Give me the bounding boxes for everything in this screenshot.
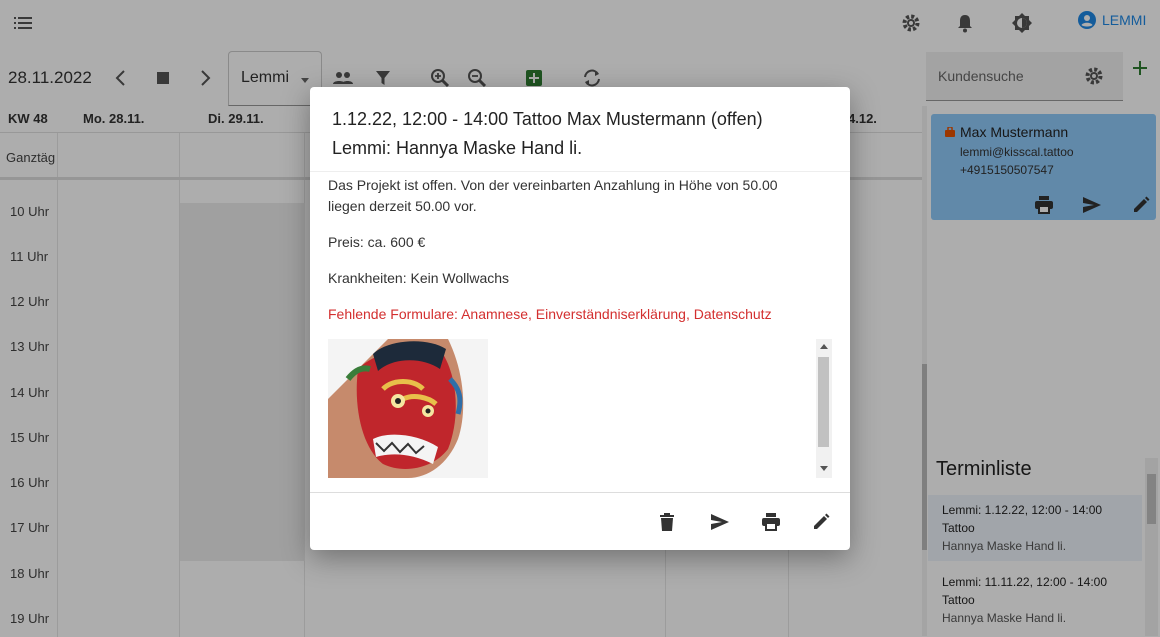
dialog-scrollbar[interactable] (816, 339, 832, 478)
scroll-up-icon[interactable] (820, 343, 828, 349)
dialog-title-line: Lemmi: Hannya Maske Hand li. (332, 138, 583, 158)
appointment-dialog: 1.12.22, 12:00 - 14:00 Tattoo Max Muster… (310, 87, 850, 550)
edit-icon[interactable] (808, 509, 834, 535)
tattoo-reference-image[interactable] (328, 339, 488, 478)
dialog-actions-divider (310, 492, 850, 493)
dialog-header-divider (310, 171, 850, 172)
missing-forms-text: Fehlende Formulare: Anamnese, Einverstän… (328, 306, 772, 322)
illness-text: Krankheiten: Kein Wollwachs (328, 270, 510, 286)
dialog-content: Das Projekt ist offen. Von der vereinbar… (328, 175, 816, 340)
scroll-down-icon[interactable] (820, 466, 828, 472)
price-text: Preis: ca. 600 € (328, 234, 426, 250)
dialog-title: 1.12.22, 12:00 - 14:00 Tattoo Max Muster… (332, 105, 832, 163)
scrollbar-thumb[interactable] (818, 357, 829, 447)
send-icon[interactable] (707, 509, 733, 535)
delete-icon[interactable] (654, 509, 680, 535)
deposit-text: Das Projekt ist offen. Von der vereinbar… (328, 177, 778, 214)
print-icon[interactable] (758, 509, 784, 535)
dialog-title-line: 1.12.22, 12:00 - 14:00 Tattoo Max Muster… (332, 109, 763, 129)
